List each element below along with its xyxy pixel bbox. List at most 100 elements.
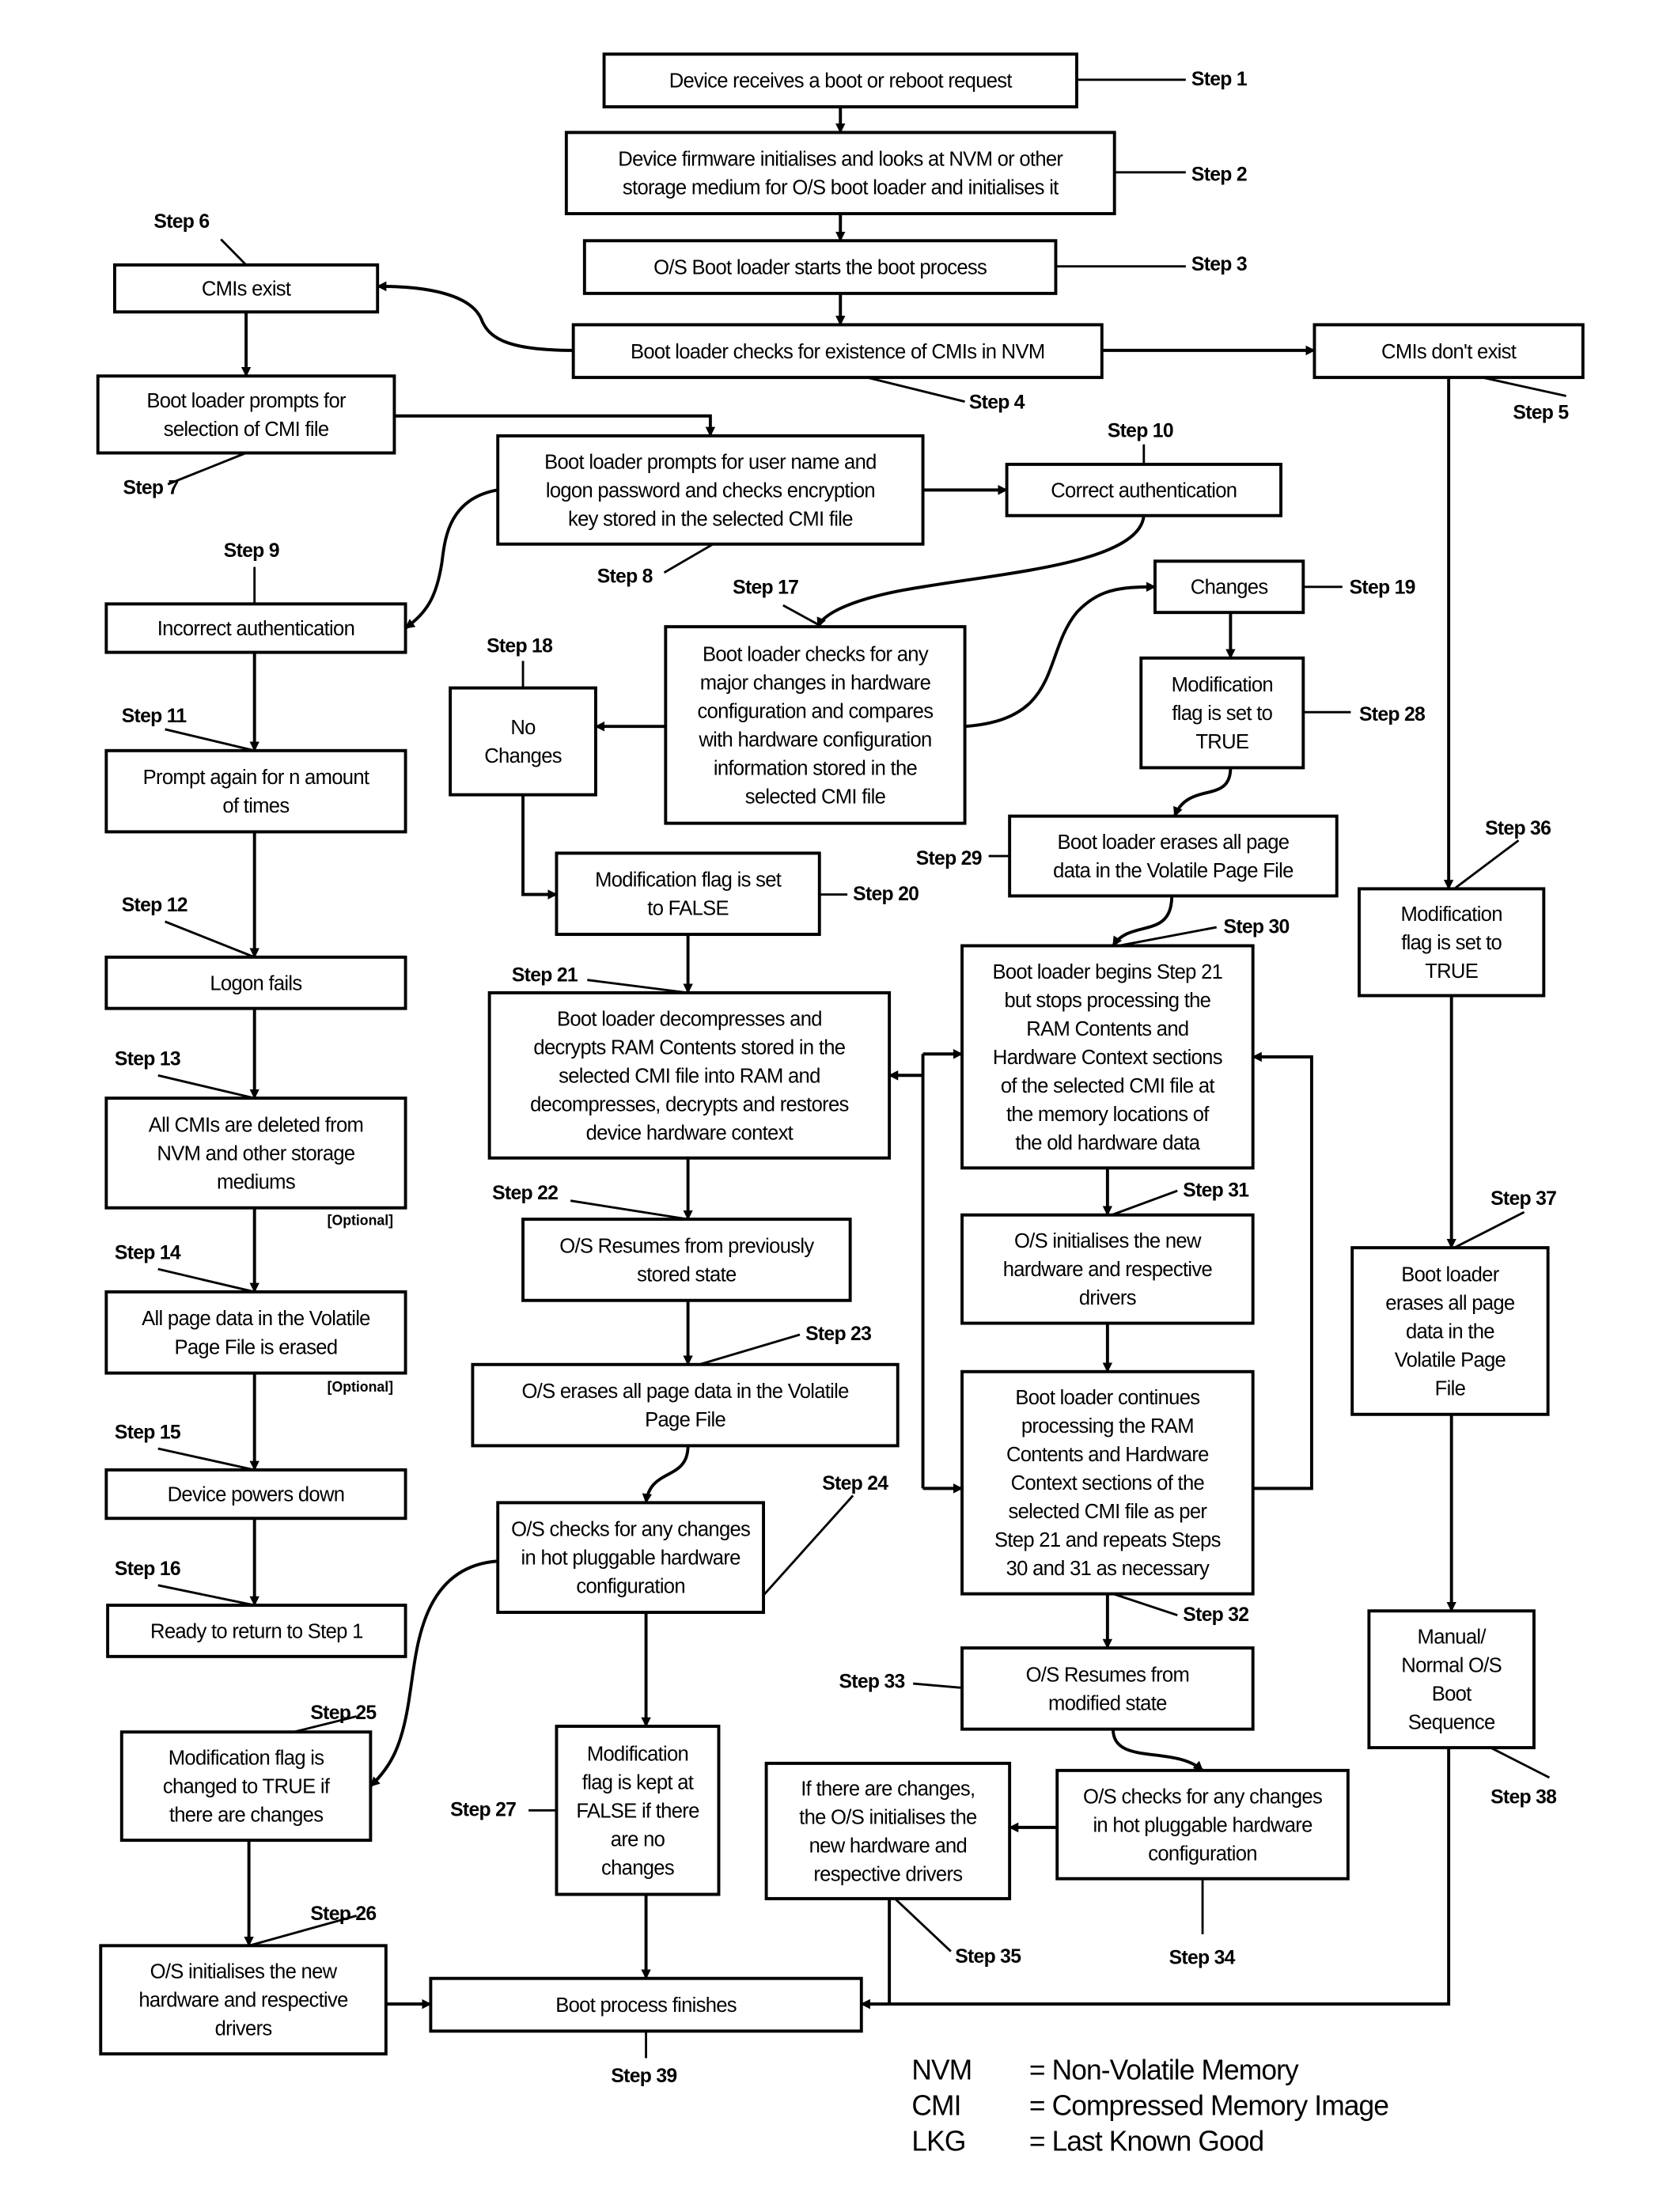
step-box-24: O/S checks for any changes in hot pluggab…: [496, 1501, 765, 1615]
flow-arrow: [642, 1445, 690, 1504]
step-label-14: Step 14: [115, 1241, 181, 1263]
box-text-line: Contents and Hardware: [1006, 1444, 1209, 1466]
box-text-line: configuration and compares: [698, 700, 934, 722]
legend-meaning: = Non-Volatile Memory: [1029, 2054, 1299, 2085]
box-text-line: hardware and respective: [138, 1990, 348, 2012]
box-text-line: information stored in the: [714, 757, 918, 779]
step-box-10: Correct authentication: [1005, 462, 1282, 517]
step-label-16: Step 16: [115, 1558, 180, 1580]
box-text-line: device hardware context: [586, 1122, 794, 1144]
step-label-35: Step 35: [955, 1945, 1021, 1968]
step-box-14: All page data in the Volatile Page File i…: [104, 1290, 407, 1375]
box-text-line: flag is set to: [1401, 932, 1502, 954]
step-box-32: Boot loader continues processing the RAM C…: [960, 1369, 1255, 1596]
box-text-line: stored state: [637, 1263, 737, 1286]
step-box-37: Boot loader erases all page data in the Vol…: [1350, 1246, 1550, 1416]
box-outline: [449, 686, 597, 797]
step-label-27: Step 27: [450, 1798, 516, 1820]
step-box-9: Incorrect authentication: [104, 602, 407, 654]
step-label-21: Step 21: [512, 964, 578, 986]
step-label-19: Step 19: [1350, 577, 1415, 599]
step-box-16: Ready to return to Step 1: [106, 1604, 407, 1658]
step-leader-line: [165, 920, 256, 959]
step-box-13: All CMIs are deleted from NVM and other s…: [104, 1097, 407, 1210]
step-leader-line: [587, 979, 688, 994]
box-text-line: Volatile Page: [1395, 1349, 1506, 1371]
box-text-line: new hardware and: [809, 1835, 967, 1857]
box-text-line: Correct authentication: [1051, 479, 1237, 502]
box-text-line: O/S checks for any changes: [511, 1519, 750, 1541]
step-leader-line: [165, 728, 256, 752]
step-label-3: Step 3: [1191, 253, 1247, 275]
box-text-line: Changes: [484, 745, 562, 767]
box-text-line: modified state: [1048, 1692, 1167, 1714]
box-text-line: File: [1435, 1377, 1466, 1400]
step-leader-line: [894, 1897, 952, 1953]
step-box-11: Prompt again for n amount of times: [104, 748, 407, 834]
step-leader-line: [157, 1074, 256, 1100]
box-text-line: drivers: [215, 2018, 272, 2040]
step-leader-line: [1112, 1593, 1178, 1617]
box-text-line: Changes: [1191, 577, 1268, 599]
box-text-line: O/S checks for any changes: [1083, 1786, 1322, 1808]
step-leader-line: [157, 1267, 256, 1293]
step-box-1: Device receives a boot or reboot request: [602, 52, 1078, 109]
step-leader-line: [220, 238, 248, 266]
box-text-line: Boot loader prompts for user name and: [544, 451, 877, 473]
box-text-line: data in the: [1406, 1320, 1494, 1343]
step-box-25: Modification flag is changed to TRUE if th…: [119, 1730, 373, 1843]
step-box-12: Logon fails: [104, 955, 407, 1010]
box-text-line: key stored in the selected CMI file: [568, 508, 853, 530]
box-text-line: O/S Resumes from: [1026, 1664, 1190, 1686]
step-label-25: Step 25: [310, 1702, 377, 1724]
step-leader-line: [157, 1447, 255, 1472]
box-text-line: Boot loader: [1401, 1263, 1499, 1286]
box-text-line: Modification: [1401, 903, 1502, 926]
box-outline: [104, 1290, 407, 1375]
box-text-line: If there are changes,: [801, 1778, 975, 1800]
flow-arrow: [964, 581, 1157, 729]
step-label-23: Step 23: [805, 1323, 871, 1345]
flow-arrow: [376, 281, 574, 352]
step-label-8: Step 8: [597, 565, 653, 587]
step-leader-line: [1490, 1746, 1551, 1779]
box-text-line: Boot loader checks for any: [703, 643, 929, 665]
box-text-line: selected CMI file as per: [1008, 1501, 1207, 1523]
box-text-line: selected CMI file: [745, 786, 886, 808]
step-label-22: Step 22: [492, 1182, 558, 1204]
box-text-line: No: [510, 717, 536, 739]
box-text-line: flag is kept at: [582, 1771, 694, 1793]
step-box-33: O/S Resumes from modified state: [960, 1646, 1255, 1731]
step-box-23: O/S erases all page data in the Volatile…: [471, 1362, 900, 1448]
step-label-33: Step 33: [839, 1670, 905, 1692]
step-label-13: Step 13: [115, 1047, 180, 1070]
step-leader-line: [1482, 376, 1566, 397]
step-box-36: Modification flag is set to TRUE: [1358, 887, 1546, 998]
box-text-line: O/S erases all page data in the Volatile: [521, 1381, 849, 1403]
step-box-27: Modification flag is kept at FALSE if ther…: [555, 1725, 721, 1896]
box-text-line: drivers: [1079, 1287, 1136, 1309]
box-text-line: flag is set to: [1172, 703, 1272, 725]
step-box-6: CMIs exist: [112, 263, 380, 314]
box-text-line: there are changes: [169, 1804, 324, 1826]
box-text-line: All CMIs are deleted from: [149, 1114, 363, 1136]
step-box-15: Device powers down: [104, 1468, 407, 1521]
box-text-line: Step 21 and repeats Steps: [994, 1529, 1221, 1551]
box-text-line: mediums: [217, 1171, 295, 1193]
flow-arrow: [1111, 1729, 1204, 1772]
step-label-11: Step 11: [122, 705, 187, 727]
box-text-line: Boot loader decompresses and: [557, 1008, 822, 1030]
box-outline: [521, 1218, 852, 1302]
box-text-line: logon password and checks encryption: [546, 479, 875, 502]
step-label-10: Step 10: [1108, 420, 1173, 442]
legend-meaning: = Compressed Memory Image: [1029, 2089, 1388, 2121]
box-text-line: selected CMI file into RAM and: [559, 1065, 820, 1087]
optional-tag: [Optional]: [328, 1379, 393, 1395]
step-label-12: Step 12: [122, 894, 187, 916]
box-text-line: Boot loader erases all page: [1058, 831, 1290, 854]
legend-meaning: = Last Known Good: [1029, 2125, 1263, 2157]
step-label-32: Step 32: [1183, 1604, 1248, 1626]
box-text-line: RAM Contents and: [1026, 1018, 1188, 1040]
step-box-39: Boot process finishes: [429, 1976, 863, 2033]
step-leader-line: [763, 1494, 854, 1597]
